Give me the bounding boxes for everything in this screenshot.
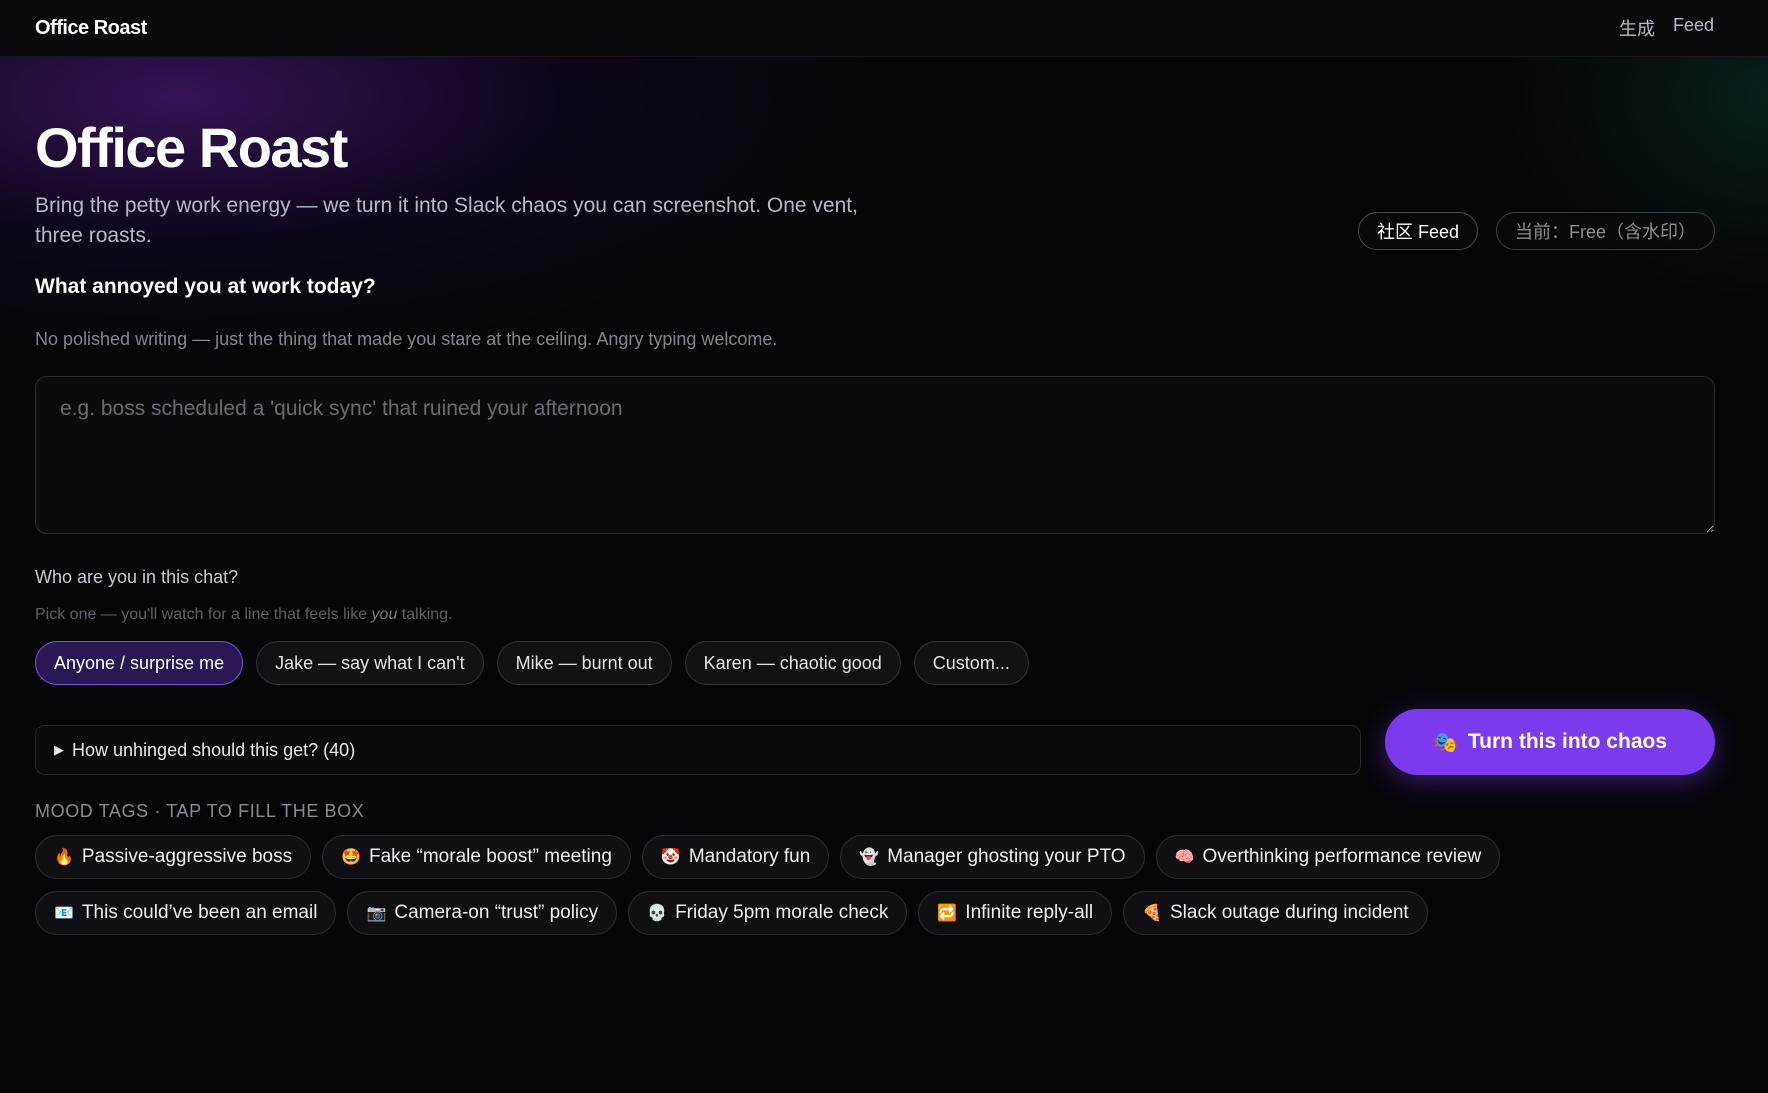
mood-tag[interactable]: 🔥 Passive-aggressive boss <box>35 835 312 879</box>
turn-into-chaos-button[interactable]: 🎭 Turn this into chaos <box>1385 709 1715 775</box>
mood-tag[interactable]: 📷 Camera-on “trust” policy <box>347 891 618 935</box>
mood-tag[interactable]: 🍕 Slack outage during incident <box>1123 891 1428 935</box>
brand-logo[interactable]: Office Roast <box>35 17 147 40</box>
mood-tag-label: Camera-on “trust” policy <box>394 902 599 923</box>
cta-label: Turn this into chaos <box>1467 730 1668 753</box>
unhinged-level-label: How unhinged should this get? (40) <box>72 739 356 760</box>
repeat-icon: 🔁 <box>937 905 958 922</box>
persona-mike[interactable]: Mike — burnt out <box>496 641 672 685</box>
mood-tag-label: This could’ve been an email <box>81 902 318 923</box>
nav-feed[interactable]: Feed <box>1673 15 1714 41</box>
community-feed-button[interactable]: 社区 Feed <box>1357 212 1478 250</box>
persona-hint-before: Pick one — you'll watch for a line that … <box>35 606 372 623</box>
vent-hint: No polished writing — just the thing tha… <box>35 329 778 349</box>
persona-karen[interactable]: Karen — chaotic good <box>684 641 901 685</box>
mood-tags-heading: MOOD TAGS · TAP TO FILL THE BOX <box>35 801 365 821</box>
clown-icon: 🤡 <box>660 849 681 866</box>
top-bar: Office Roast 生成 Feed <box>0 0 1768 57</box>
fire-icon: 🔥 <box>54 849 74 866</box>
disclosure-triangle-icon: ▶ <box>54 742 64 757</box>
mood-tag[interactable]: 🤩 Fake “morale boost” meeting <box>322 835 631 879</box>
persona-question: Who are you in this chat? <box>35 567 239 587</box>
brain-icon: 🧠 <box>1174 849 1195 866</box>
persona-custom[interactable]: Custom... <box>913 641 1029 685</box>
star-struck-icon: 🤩 <box>341 849 361 866</box>
ghost-icon: 👻 <box>859 849 880 866</box>
top-nav: 生成 Feed <box>1619 15 1714 41</box>
persona-hint: Pick one — you'll watch for a line that … <box>35 606 452 624</box>
mood-tag[interactable]: 💀 Friday 5pm morale check <box>628 891 908 935</box>
mood-tag-label: Manager ghosting your PTO <box>887 846 1126 867</box>
mood-tag-label: Infinite reply-all <box>965 902 1094 923</box>
persona-options: Anyone / surprise me Jake — say what I c… <box>35 641 1029 685</box>
persona-jake[interactable]: Jake — say what I can't <box>256 641 484 685</box>
mood-tag[interactable]: 🤡 Mandatory fun <box>641 835 830 879</box>
mood-tags-row-1: 🔥 Passive-aggressive boss 🤩 Fake “morale b… <box>35 835 1501 879</box>
mood-tag-label: Mandatory fun <box>688 846 811 867</box>
mood-tag-label: Passive-aggressive boss <box>81 846 293 867</box>
pizza-icon: 🍕 <box>1142 905 1162 922</box>
theater-masks-icon: 🎭 <box>1432 731 1458 754</box>
vent-input[interactable] <box>35 376 1715 534</box>
mood-tag[interactable]: 🔁 Infinite reply-all <box>918 891 1113 935</box>
mood-tags-row-2: 📧 This could’ve been an email 📷 Camera-on … <box>35 891 1428 935</box>
plan-status-badge: 当前：Free（含水印） <box>1495 212 1715 250</box>
persona-hint-emphasis: you <box>371 606 398 623</box>
mood-tag-label: Overthinking performance review <box>1202 846 1482 867</box>
camera-icon: 📷 <box>366 905 387 922</box>
vent-question: What annoyed you at work today? <box>35 275 376 298</box>
mood-tag[interactable]: 📧 This could’ve been an email <box>35 891 337 935</box>
skull-icon: 💀 <box>647 905 668 922</box>
mood-tag-label: Friday 5pm morale check <box>675 902 889 923</box>
mood-tag[interactable]: 👻 Manager ghosting your PTO <box>840 835 1145 879</box>
mood-tag-label: Slack outage during incident <box>1170 902 1409 923</box>
page-subtitle: Bring the petty work energy — we turn it… <box>35 194 858 247</box>
page-title: Office Roast <box>35 116 348 179</box>
mood-tag[interactable]: 🧠 Overthinking performance review <box>1155 835 1501 879</box>
hero-pills: 社区 Feed 当前：Free（含水印） <box>1357 212 1715 250</box>
persona-anyone[interactable]: Anyone / surprise me <box>35 641 244 685</box>
email-icon: 📧 <box>54 905 74 922</box>
persona-hint-after: talking. <box>397 606 453 623</box>
unhinged-level-toggle[interactable]: ▶ How unhinged should this get? (40) <box>35 725 1361 775</box>
mood-tag-label: Fake “morale boost” meeting <box>369 846 612 867</box>
nav-generate[interactable]: 生成 <box>1619 15 1655 41</box>
